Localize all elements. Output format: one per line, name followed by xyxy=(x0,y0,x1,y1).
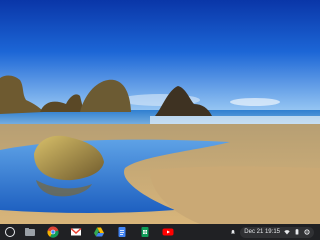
system-tray[interactable]: Dec 21 19:15 xyxy=(230,224,320,240)
files-icon[interactable] xyxy=(24,226,36,238)
settings-icon xyxy=(304,229,310,235)
date-time: Dec 21 19:15 xyxy=(244,229,280,235)
wifi-icon xyxy=(284,230,290,235)
docs-icon[interactable] xyxy=(116,226,128,238)
launcher-icon[interactable] xyxy=(5,227,15,237)
sheets-icon[interactable] xyxy=(139,226,151,238)
pinned-apps xyxy=(24,226,174,238)
youtube-icon[interactable] xyxy=(162,226,174,238)
shelf: Dec 21 19:15 xyxy=(0,224,320,240)
desktop-wallpaper xyxy=(0,0,320,224)
chrome-icon[interactable] xyxy=(47,226,59,238)
gmail-icon[interactable] xyxy=(70,226,82,238)
drive-icon[interactable] xyxy=(93,226,105,238)
surf xyxy=(150,116,320,124)
cloud xyxy=(230,98,280,106)
notification-icon[interactable] xyxy=(230,229,236,235)
battery-icon xyxy=(295,229,299,235)
status-area[interactable]: Dec 21 19:15 xyxy=(240,226,314,238)
